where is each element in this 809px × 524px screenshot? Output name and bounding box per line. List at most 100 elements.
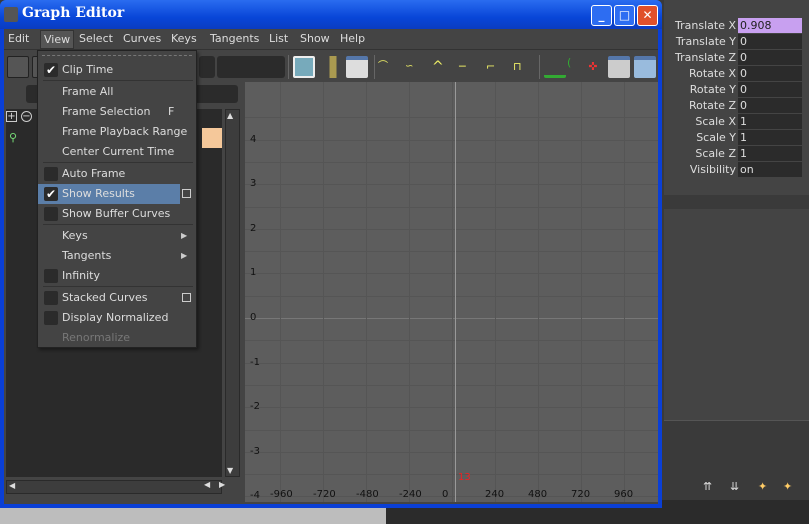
center-time-icon[interactable] — [346, 56, 368, 78]
menu-show[interactable]: Show — [300, 32, 330, 45]
grid-line-vertical — [280, 82, 281, 502]
channel-name: Rotate X — [688, 67, 736, 80]
channel-rotate-y[interactable]: Rotate Y0 — [664, 82, 809, 98]
option-box-icon[interactable] — [182, 189, 191, 198]
stats-field-1[interactable] — [199, 56, 215, 78]
menu-help[interactable]: Help — [340, 32, 365, 45]
move-layer-down-icon[interactable]: ⇊ — [730, 480, 739, 493]
checkbox-icon[interactable] — [44, 207, 58, 221]
menu-item-tangents[interactable]: Tangents ▶ — [38, 246, 196, 266]
menu-item-frame-all[interactable]: Frame All — [38, 82, 196, 102]
menu-curves[interactable]: Curves — [123, 32, 161, 45]
checkbox-icon[interactable] — [44, 269, 58, 283]
expand-icon[interactable]: + — [6, 111, 17, 122]
collapse-icon[interactable]: − — [21, 111, 32, 122]
clamped-tangent-icon[interactable]: ^ — [432, 56, 454, 78]
menu-item-clip-time[interactable]: Clip Time ✔ — [38, 60, 196, 80]
menu-keys[interactable]: Keys — [171, 32, 197, 45]
channel-translate-x[interactable]: Translate X 0.908 — [664, 18, 809, 34]
vertical-scrollbar[interactable]: ▲ ▼ — [225, 109, 240, 477]
menu-tangents[interactable]: Tangents — [210, 32, 259, 45]
pin-icon[interactable]: ⚲ — [9, 131, 17, 144]
x-tick-label: -240 — [399, 489, 422, 500]
channel-scale-y[interactable]: Scale Y1 — [664, 130, 809, 146]
channel-value-field[interactable]: on — [738, 162, 802, 177]
channel-name: Translate X — [675, 19, 736, 32]
graph-view[interactable]: 4 3 2 1 0 -1 -2 -3 -4 -960 -720 -480 -240 0 240 480 720 9… — [245, 82, 658, 502]
menu-item-frame-playback-range[interactable]: Frame Playback Range — [38, 122, 196, 142]
flat-tangent-icon[interactable]: ─ — [459, 56, 481, 78]
menu-item-renormalize: Renormalize — [38, 328, 196, 348]
menu-item-stacked-curves[interactable]: Stacked Curves — [38, 288, 196, 308]
horizontal-scrollbar[interactable]: ◀ — [6, 480, 222, 494]
menu-item-frame-selection[interactable]: Frame Selection F — [38, 102, 196, 122]
scroll-up-icon[interactable]: ▲ — [227, 111, 233, 120]
close-button[interactable]: ✕ — [637, 5, 658, 26]
channel-value-field[interactable]: 0 — [738, 66, 802, 81]
tear-off-line[interactable] — [42, 55, 192, 56]
menu-separator — [43, 224, 193, 225]
channel-value-field[interactable]: 0 — [738, 50, 802, 65]
option-box-icon[interactable] — [182, 293, 191, 302]
checkbox-icon[interactable] — [44, 291, 58, 305]
y-tick-label: 3 — [250, 178, 257, 189]
channel-box: Translate X 0.908 Translate Y 0 Translate Z0… — [664, 0, 809, 420]
spline-tangent-icon[interactable]: ⌒ — [378, 56, 400, 78]
menu-item-center-current-time[interactable]: Center Current Time — [38, 142, 196, 162]
checkbox-icon[interactable] — [44, 311, 58, 325]
menu-item-label: Stacked Curves — [62, 291, 148, 304]
maximize-button[interactable]: □ — [614, 5, 635, 26]
menu-item-auto-frame[interactable]: Auto Frame — [38, 164, 196, 184]
selected-object-row[interactable] — [202, 128, 222, 148]
menu-separator — [43, 162, 193, 163]
scroll-right-button[interactable]: ▶ — [219, 480, 225, 489]
step-tangent-icon[interactable]: ⌐ — [486, 56, 508, 78]
stats-field-2[interactable] — [217, 56, 285, 78]
scroll-down-icon[interactable]: ▼ — [227, 466, 233, 475]
new-layer-icon[interactable]: ✦ — [758, 480, 767, 493]
channel-rotate-x[interactable]: Rotate X0 — [664, 66, 809, 82]
trax-editor-icon[interactable] — [634, 56, 656, 78]
move-layer-up-icon[interactable]: ⇈ — [703, 480, 712, 493]
title-bar[interactable]: Graph Editor _ □ ✕ — [0, 0, 662, 29]
key-tool-icon[interactable] — [7, 56, 29, 78]
channel-translate-y[interactable]: Translate Y0 — [664, 34, 809, 50]
channel-scale-x[interactable]: Scale X1 — [664, 114, 809, 130]
channel-value-field[interactable]: 0 — [738, 82, 802, 97]
menu-item-display-normalized[interactable]: Display Normalized — [38, 308, 196, 328]
channel-visibility[interactable]: Visibility on — [664, 162, 809, 178]
dope-sheet-icon[interactable] — [608, 56, 630, 78]
break-tangents-icon[interactable]: ✜ — [582, 56, 604, 78]
frame-all-icon[interactable] — [293, 56, 315, 78]
channel-translate-z[interactable]: Translate Z0 — [664, 50, 809, 66]
menu-view[interactable]: View — [40, 30, 75, 49]
new-layer-selected-icon[interactable]: ✦ — [783, 480, 792, 493]
menu-item-show-buffer-curves[interactable]: Show Buffer Curves — [38, 204, 196, 224]
scroll-left-icon[interactable]: ◀ — [9, 481, 15, 490]
linear-tangent-icon[interactable]: ∽ — [405, 56, 427, 78]
grid-line-vertical — [409, 82, 410, 502]
channel-value-field[interactable]: 0.908 — [738, 18, 802, 33]
menu-select[interactable]: Select — [79, 32, 113, 45]
menu-list[interactable]: List — [269, 32, 288, 45]
channel-name: Scale Z — [695, 147, 736, 160]
checkmark-icon[interactable]: ✔ — [44, 63, 58, 77]
minimize-button[interactable]: _ — [591, 5, 612, 26]
channel-scale-z[interactable]: Scale Z1 — [664, 146, 809, 162]
menu-item-keys[interactable]: Keys ▶ — [38, 226, 196, 246]
channel-value-field[interactable]: 0 — [738, 98, 802, 113]
channel-value-field[interactable]: 1 — [738, 146, 802, 161]
frame-playback-icon[interactable] — [322, 56, 344, 78]
channel-rotate-z[interactable]: Rotate Z0 — [664, 98, 809, 114]
buffer-curve-snapshot-icon[interactable] — [544, 56, 566, 78]
plateau-tangent-icon[interactable]: ⊓ — [513, 56, 535, 78]
channel-value-field[interactable]: 1 — [738, 130, 802, 145]
channel-value-field[interactable]: 0 — [738, 34, 802, 49]
channel-value-field[interactable]: 1 — [738, 114, 802, 129]
menu-edit[interactable]: Edit — [8, 32, 29, 45]
checkbox-icon[interactable] — [44, 167, 58, 181]
menu-item-show-results[interactable]: Show Results ✔ — [38, 184, 180, 204]
menu-item-infinity[interactable]: Infinity — [38, 266, 196, 286]
checkmark-icon[interactable]: ✔ — [44, 187, 58, 201]
scroll-left-button[interactable]: ◀ — [204, 480, 210, 489]
